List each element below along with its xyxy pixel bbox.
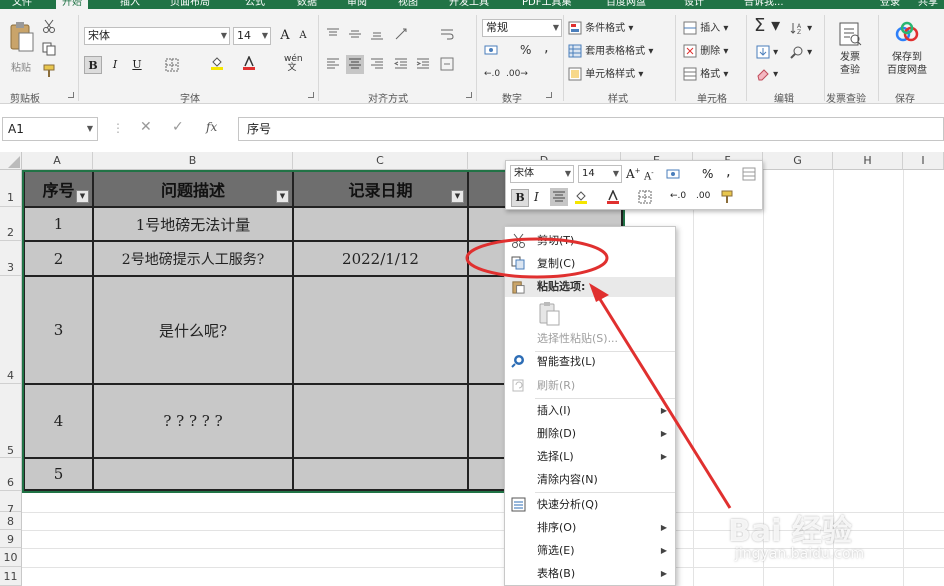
- watermark-logo: Bai 经验: [728, 514, 852, 549]
- highlight-ellipse: [465, 237, 609, 279]
- annotation-arrow-head: [589, 283, 609, 302]
- annotation-overlay: [465, 237, 732, 509]
- annotation-arrow-line: [596, 295, 732, 509]
- watermark-url: jingyan.baidu.com: [735, 546, 865, 562]
